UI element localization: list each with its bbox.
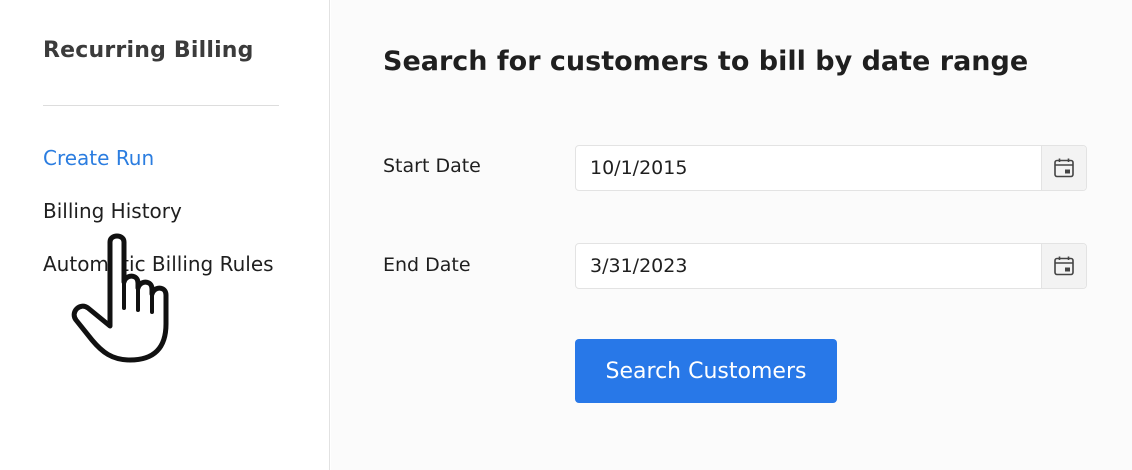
start-date-calendar-button[interactable] [1041,146,1086,190]
sidebar-item-automatic-billing-rules[interactable]: Automatic Billing Rules [43,251,274,277]
start-date-input[interactable] [576,146,1041,190]
end-date-label: End Date [383,254,471,276]
sidebar-nav: Create Run Billing History Automatic Bil… [43,145,274,304]
sidebar: Recurring Billing Create Run Billing His… [0,0,330,470]
start-date-label: Start Date [383,155,481,177]
end-date-field [575,243,1087,289]
sidebar-title: Recurring Billing [43,38,254,63]
recurring-billing-app: Recurring Billing Create Run Billing His… [0,0,1132,470]
page-title: Search for customers to bill by date ran… [383,46,1029,77]
end-date-input[interactable] [576,244,1041,288]
sidebar-divider [43,105,279,106]
end-date-calendar-button[interactable] [1041,244,1086,288]
calendar-icon [1054,256,1074,276]
calendar-icon [1054,158,1074,178]
sidebar-item-create-run[interactable]: Create Run [43,145,274,171]
start-date-field [575,145,1087,191]
main-panel: Search for customers to bill by date ran… [331,0,1132,470]
search-customers-button[interactable]: Search Customers [575,339,837,403]
sidebar-item-billing-history[interactable]: Billing History [43,198,274,224]
